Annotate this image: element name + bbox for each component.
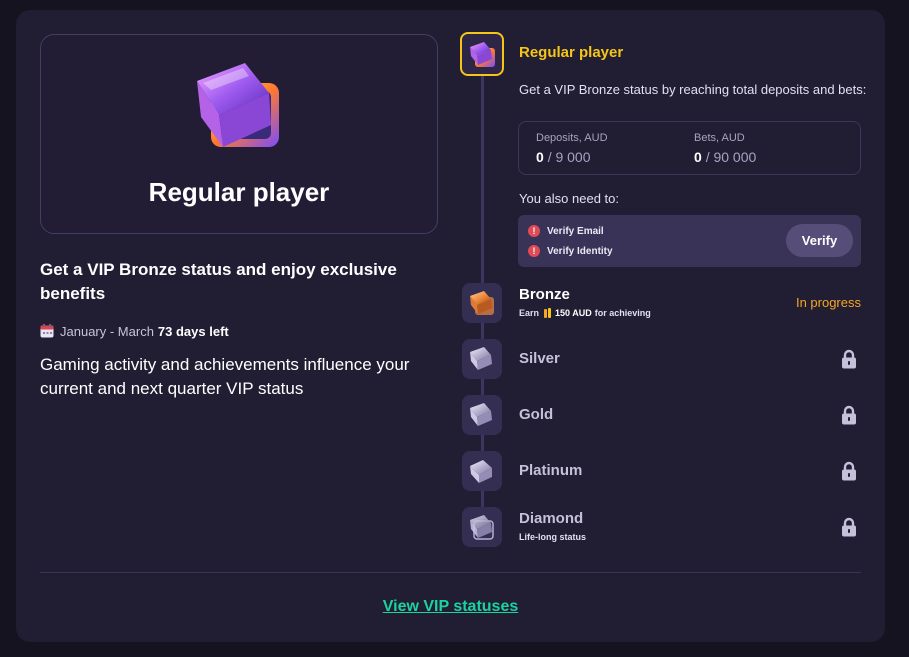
diamond-level-icon (462, 507, 502, 547)
platinum-cube-icon (470, 460, 492, 483)
lock-icon (842, 405, 856, 425)
warning-icon: ! (528, 225, 540, 237)
level-gold-name: Gold (519, 406, 554, 423)
regular-level-icon (460, 32, 504, 76)
level-diamond-name: Diamond (519, 510, 584, 527)
progress-stats: Deposits, AUD 0 / 9 000 Bets, AUD 0 / 90… (518, 121, 861, 175)
bets-value: 0 / 90 000 (694, 149, 757, 165)
quarter-period: January - March 73 days left (40, 322, 229, 340)
bronze-status: In progress (795, 295, 861, 310)
calendar-icon (40, 324, 54, 338)
lock-icon (842, 461, 856, 481)
verify-identity-item: ! Verify Identity (528, 245, 613, 257)
regular-player-cube-icon (197, 63, 279, 147)
bronze-reward: Earn 150 AUD for achieving (519, 308, 651, 318)
days-left: 73 days left (157, 323, 229, 339)
purple-cube-icon (470, 42, 495, 67)
current-level-title: Regular player (519, 44, 624, 61)
silver-cube-icon (470, 347, 492, 370)
bronze-cube-icon (470, 291, 494, 315)
bets-label: Bets, AUD (694, 132, 745, 144)
bets-stat: Bets, AUD 0 / 90 000 (694, 132, 756, 165)
lock-icon (842, 517, 856, 537)
level-platinum-name: Platinum (519, 462, 583, 479)
deposits-value: 0 / 9 000 (536, 149, 591, 165)
vip-headline: Get a VIP Bronze status and enjoy exclus… (40, 260, 397, 303)
verification-box: ! Verify Email ! Verify Identity Verify (518, 215, 861, 267)
vip-card: Regular player Get a VIP Bronze status a… (16, 10, 885, 642)
level-silver-name: Silver (519, 350, 560, 367)
current-status-hero: Regular player (40, 34, 438, 234)
diamond-cube-icon (470, 515, 494, 540)
hero-title: Regular player (148, 177, 330, 207)
also-need-label: You also need to: (519, 191, 619, 206)
diamond-subtext: Life-long status (519, 532, 586, 542)
warning-icon: ! (528, 245, 540, 257)
level-bronze-name: Bronze (519, 286, 570, 303)
lock-icon (842, 349, 856, 369)
verify-button[interactable]: Verify (786, 224, 853, 257)
silver-level-icon (462, 339, 502, 379)
coin-icon (544, 308, 552, 318)
period-range: January - March (60, 323, 154, 339)
platinum-level-icon (462, 451, 502, 491)
activity-description: Gaming activity and achievements influen… (40, 355, 410, 398)
gold-cube-icon (470, 403, 492, 426)
deposits-stat: Deposits, AUD 0 / 9 000 (536, 132, 608, 165)
deposits-label: Deposits, AUD (536, 132, 608, 144)
gold-level-icon (462, 395, 502, 435)
view-vip-statuses-link[interactable]: View VIP statuses (16, 598, 885, 616)
footer-divider (40, 572, 861, 573)
verify-email-item: ! Verify Email (528, 225, 604, 237)
bronze-level-icon (462, 283, 502, 323)
bronze-requirement: Get a VIP Bronze status by reaching tota… (519, 82, 867, 97)
